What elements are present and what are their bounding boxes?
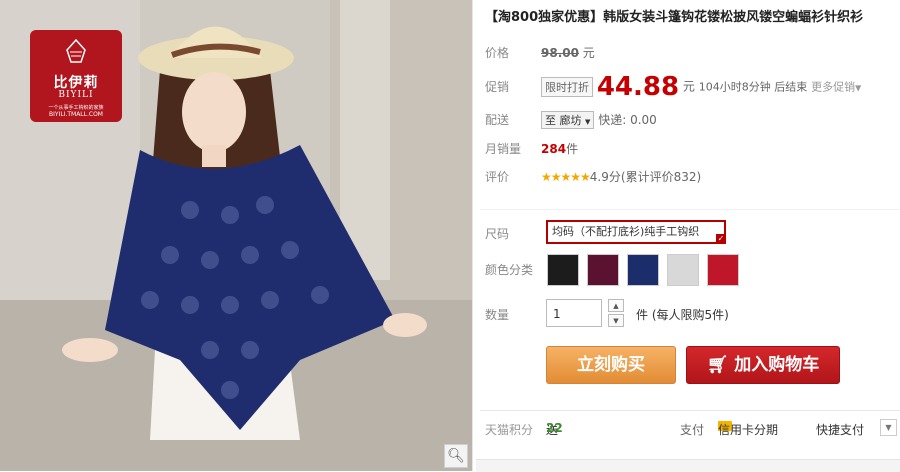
- color-swatch-3[interactable]: [627, 254, 659, 286]
- quantity-limit: 件 (每人限购5件): [636, 308, 729, 322]
- express-fee: 快递: 0.00: [598, 113, 657, 127]
- points-label: 天猫积分: [485, 423, 534, 437]
- color-swatch-5[interactable]: [707, 254, 739, 286]
- brand-url: BIYILI.TMALL.COM: [49, 111, 103, 118]
- quantity-decrease-button[interactable]: ▼: [608, 314, 624, 327]
- quantity-increase-button[interactable]: ▲: [608, 299, 624, 312]
- size-label: 尺码: [485, 227, 510, 241]
- points-value: 22: [546, 421, 563, 435]
- monthly-sales: 284: [541, 142, 567, 156]
- brand-tagline: 一个从事手工钩织的家族: [48, 105, 104, 111]
- shipping-row: 配送 至 廊坊 ▼ 快递: 0.00: [485, 111, 657, 129]
- selected-check-icon: ✓: [716, 234, 726, 244]
- quantity-label: 数量: [485, 308, 510, 322]
- quick-pay[interactable]: 快捷支付: [816, 421, 864, 438]
- payment-dropdown-chevron-down-icon[interactable]: ▼: [880, 419, 897, 436]
- rating-row: 评价 ★★★★★4.9分(累计评价832): [485, 168, 701, 185]
- price-row: 价格 98.00 元: [485, 44, 595, 61]
- buy-now-button[interactable]: 立刻购买: [546, 346, 676, 384]
- rating-label: 评价: [485, 170, 510, 184]
- chevron-down-icon: ▼: [585, 118, 591, 126]
- size-option-label: 均码（不配打底衫)纯手工钩织: [552, 225, 700, 238]
- divider-strip: [476, 459, 900, 472]
- price-currency: 元: [582, 46, 595, 60]
- cart-icon: 🛒︎: [706, 355, 729, 375]
- quantity-input[interactable]: 1: [546, 299, 602, 327]
- color-swatch-1[interactable]: [547, 254, 579, 286]
- promo-row: 促销 限时打折 44.88 元 104小时8分钟 后结束 更多促销▼: [485, 72, 861, 102]
- promo-currency: 元: [682, 79, 695, 94]
- rating-stars-icon: ★★★★★: [541, 170, 591, 184]
- more-promo-chevron-icon[interactable]: ▼: [855, 84, 861, 93]
- original-price: 98.00: [541, 46, 579, 60]
- rating-summary[interactable]: 4.9分(累计评价832): [590, 170, 701, 184]
- sales-label: 月销量: [485, 142, 522, 156]
- ship-destination-value: 至 廊坊: [545, 114, 582, 127]
- product-info: 【淘800独家优惠】韩版女装斗篷钩花镂松披风镂空蝙蝠衫针织衫 价格 98.00 元…: [476, 0, 900, 472]
- brand-logo: 比伊莉 BIYILI 一个从事手工钩织的家族 BIYILI.TMALL.COM: [30, 30, 122, 122]
- color-swatch-4[interactable]: [667, 254, 699, 286]
- product-title: 【淘800独家优惠】韩版女装斗篷钩花镂松披风镂空蝙蝠衫针织衫: [485, 10, 864, 25]
- add-to-cart-button[interactable]: 🛒︎ 加入购物车: [686, 346, 840, 384]
- color-label: 颜色分类: [485, 263, 534, 277]
- price-label: 价格: [485, 46, 510, 60]
- promo-label: 促销: [485, 79, 510, 94]
- product-image[interactable]: 比伊莉 BIYILI 一个从事手工钩织的家族 BIYILI.TMALL.COM …: [0, 0, 473, 471]
- color-swatch-2[interactable]: [587, 254, 619, 286]
- pay-label: 支付: [680, 423, 705, 437]
- sales-row: 月销量 284件: [485, 140, 578, 157]
- size-option[interactable]: 均码（不配打底衫)纯手工钩织 ✓: [546, 220, 726, 244]
- promo-tag: 限时打折: [541, 76, 593, 97]
- search-icon[interactable]: 🔍︎: [444, 444, 468, 468]
- brand-name-en: BIYILI: [58, 90, 94, 100]
- sku-selector: 尺码 均码（不配打底衫)纯手工钩织 ✓ 颜色分类 数量 1 ▲ ▼ 件 (每人限…: [480, 209, 900, 411]
- brand-emblem-icon: [66, 38, 86, 63]
- ship-destination-select[interactable]: 至 廊坊 ▼: [541, 111, 595, 129]
- promo-price: 44.88: [596, 72, 680, 102]
- more-promo-link[interactable]: 更多促销: [811, 81, 855, 94]
- brand-name-cn: 比伊莉: [53, 75, 99, 91]
- sales-unit: 件: [566, 142, 579, 156]
- promo-countdown: 104小时8分钟 后结束: [698, 80, 808, 94]
- shipping-label: 配送: [485, 113, 510, 127]
- add-to-cart-label: 加入购物车: [734, 355, 820, 375]
